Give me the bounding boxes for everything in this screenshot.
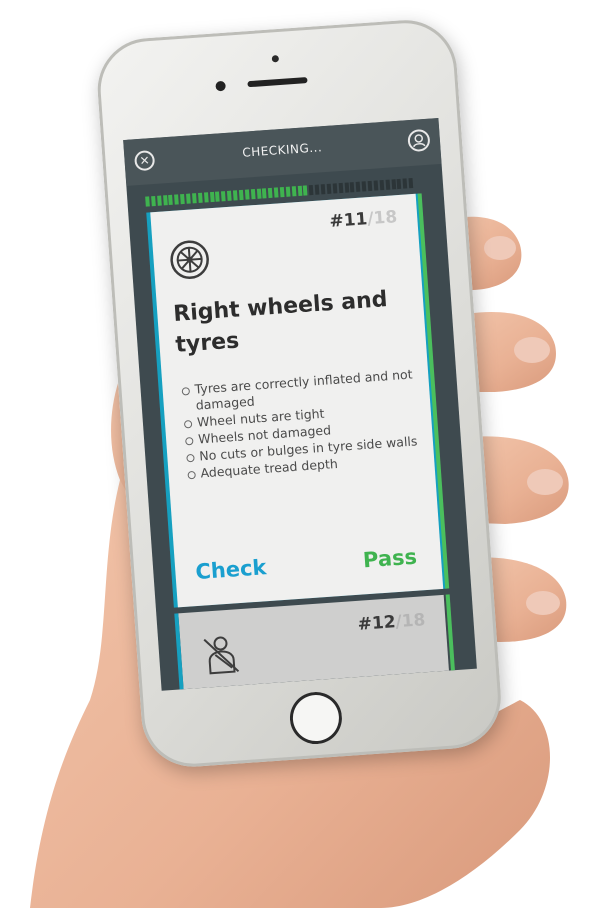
progress-tick-todo (332, 183, 338, 194)
card2-check-edge (174, 613, 184, 690)
progress-tick-done (150, 195, 156, 207)
progress-tick-done (250, 189, 256, 200)
pass-button[interactable]: Pass (362, 545, 418, 573)
progress-tick-todo (367, 180, 373, 192)
progress-tick-done (221, 191, 226, 202)
card-title: Right wheels and tyres (172, 287, 389, 358)
progress-tick-todo (408, 177, 414, 189)
phone: ✕ CHECKING... #11/18 Right wheels and ty… (94, 16, 505, 771)
progress-tick-todo (355, 181, 361, 192)
progress-tick-todo (326, 183, 332, 194)
progress-tick-done (273, 187, 279, 198)
wheel-icon (170, 240, 209, 279)
header-title: CHECKING... (241, 140, 323, 160)
progress-tick-done (256, 188, 262, 199)
progress-tick-todo (309, 184, 314, 196)
progress-tick-done (156, 195, 162, 206)
progress-tick-done (162, 195, 168, 206)
checklist: Tyres are correctly inflated and not dam… (180, 366, 421, 483)
card2-total: /18 (394, 610, 427, 633)
progress-tick-done (191, 193, 197, 204)
progress-tick-todo (396, 178, 402, 190)
progress-tick-todo (320, 184, 326, 195)
progress-tick-done (168, 194, 174, 206)
card-number: #11 (328, 209, 369, 232)
progress-tick-done (285, 186, 291, 197)
card-total: /18 (366, 207, 398, 230)
progress-tick-done (232, 190, 238, 201)
seatbelt-icon (203, 636, 240, 675)
progress-tick-done (203, 192, 209, 203)
progress-tick-todo (402, 178, 408, 189)
progress-tick-todo (379, 180, 385, 191)
progress-tick-done (291, 186, 297, 197)
progress-tick-done (238, 189, 244, 201)
card2-counter: #12/18 (357, 610, 426, 635)
progress-tick-todo (391, 179, 396, 190)
app-screen: ✕ CHECKING... #11/18 Right wheels and ty… (123, 118, 477, 691)
progress-tick-done (186, 193, 191, 204)
progress-tick-todo (338, 182, 344, 194)
progress-tick-todo (361, 181, 367, 192)
progress-tick-done (268, 187, 273, 199)
card2-number: #12 (357, 612, 397, 635)
progress-tick-todo (373, 180, 379, 191)
progress-tick-done (215, 191, 221, 202)
card-pass-edge (417, 193, 450, 589)
check-button[interactable]: Check (195, 555, 268, 584)
progress-tick-done (209, 191, 215, 203)
progress-tick-done (145, 196, 150, 207)
progress-tick-done (262, 188, 267, 199)
progress-tick-todo (350, 182, 355, 193)
card-body: #11/18 Right wheels and tyres Tyres are … (150, 193, 450, 608)
scene: ✕ CHECKING... #11/18 Right wheels and ty… (0, 0, 616, 908)
progress-tick-done (244, 189, 250, 200)
progress-tick-done (279, 186, 285, 198)
profile-icon[interactable] (407, 128, 431, 153)
progress-tick-done (174, 194, 180, 205)
progress-tick-done (180, 193, 185, 205)
current-check-card: #11/18 Right wheels and tyres Tyres are … (146, 193, 450, 608)
progress-tick-done (303, 185, 308, 196)
card-counter: #11/18 (329, 207, 398, 232)
card2-pass-edge (445, 594, 455, 671)
progress-tick-todo (385, 179, 390, 190)
progress-tick-done (197, 192, 203, 203)
progress-tick-todo (344, 182, 349, 193)
progress-tick-todo (314, 184, 320, 195)
progress-tick-done (227, 190, 232, 201)
progress-tick-done (297, 185, 303, 197)
